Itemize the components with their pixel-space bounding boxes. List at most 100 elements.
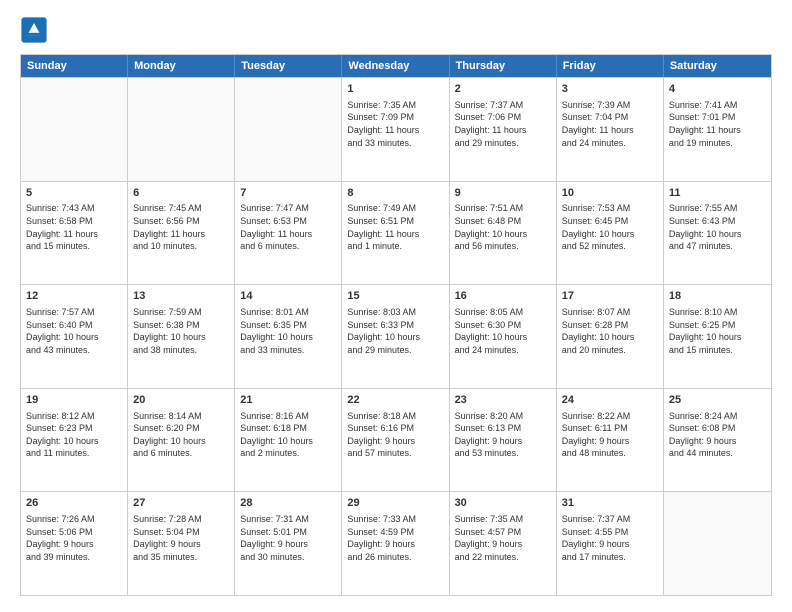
day-info: Sunrise: 7:55 AM Sunset: 6:43 PM Dayligh… <box>669 202 766 252</box>
calendar-cell: 25 Sunrise: 8:24 AM Sunset: 6:08 PM Dayli… <box>664 389 771 492</box>
day-info: Sunrise: 7:37 AM Sunset: 7:06 PM Dayligh… <box>455 99 551 149</box>
day-info: Sunrise: 7:49 AM Sunset: 6:51 PM Dayligh… <box>347 202 443 252</box>
calendar-cell: 1 Sunrise: 7:35 AM Sunset: 7:09 PM Daylig… <box>342 78 449 181</box>
day-number: 2 <box>455 82 551 97</box>
calendar-cell: 24 Sunrise: 8:22 AM Sunset: 6:11 PM Dayli… <box>557 389 664 492</box>
day-info: Sunrise: 8:16 AM Sunset: 6:18 PM Dayligh… <box>240 410 336 460</box>
day-number: 15 <box>347 289 443 304</box>
calendar-cell: 19 Sunrise: 8:12 AM Sunset: 6:23 PM Dayli… <box>21 389 128 492</box>
calendar-cell <box>21 78 128 181</box>
cal-header-sunday: Sunday <box>21 55 128 77</box>
calendar-cell: 18 Sunrise: 8:10 AM Sunset: 6:25 PM Dayli… <box>664 285 771 388</box>
calendar-cell: 3 Sunrise: 7:39 AM Sunset: 7:04 PM Daylig… <box>557 78 664 181</box>
day-info: Sunrise: 7:39 AM Sunset: 7:04 PM Dayligh… <box>562 99 658 149</box>
day-info: Sunrise: 8:07 AM Sunset: 6:28 PM Dayligh… <box>562 306 658 356</box>
day-info: Sunrise: 7:33 AM Sunset: 4:59 PM Dayligh… <box>347 513 443 563</box>
calendar-cell: 23Sunrise: 8:20 AM Sunset: 6:13 PM Dayli… <box>450 389 557 492</box>
day-info: Sunrise: 8:12 AM Sunset: 6:23 PM Dayligh… <box>26 410 122 460</box>
calendar-cell: 16Sunrise: 8:05 AM Sunset: 6:30 PM Dayli… <box>450 285 557 388</box>
day-number: 28 <box>240 496 336 511</box>
calendar-row-5: 26 Sunrise: 7:26 AM Sunset: 5:06 PM Dayli… <box>21 491 771 595</box>
calendar-cell: 10Sunrise: 7:53 AM Sunset: 6:45 PM Dayli… <box>557 182 664 285</box>
calendar-cell: 12 Sunrise: 7:57 AM Sunset: 6:40 PM Dayli… <box>21 285 128 388</box>
calendar-cell: 9Sunrise: 7:51 AM Sunset: 6:48 PM Daylig… <box>450 182 557 285</box>
day-number: 12 <box>26 289 122 304</box>
calendar-cell <box>128 78 235 181</box>
day-info: Sunrise: 7:59 AM Sunset: 6:38 PM Dayligh… <box>133 306 229 356</box>
day-number: 29 <box>347 496 443 511</box>
calendar-cell: 14 Sunrise: 8:01 AM Sunset: 6:35 PM Dayli… <box>235 285 342 388</box>
calendar-cell: 21 Sunrise: 8:16 AM Sunset: 6:18 PM Dayli… <box>235 389 342 492</box>
calendar-cell: 30 Sunrise: 7:35 AM Sunset: 4:57 PM Dayli… <box>450 492 557 595</box>
day-number: 18 <box>669 289 766 304</box>
day-info: Sunrise: 7:28 AM Sunset: 5:04 PM Dayligh… <box>133 513 229 563</box>
cal-header-saturday: Saturday <box>664 55 771 77</box>
day-info: Sunrise: 7:37 AM Sunset: 4:55 PM Dayligh… <box>562 513 658 563</box>
calendar-cell: 8Sunrise: 7:49 AM Sunset: 6:51 PM Daylig… <box>342 182 449 285</box>
day-number: 3 <box>562 82 658 97</box>
cal-header-thursday: Thursday <box>450 55 557 77</box>
calendar-cell <box>235 78 342 181</box>
day-info: Sunrise: 8:05 AM Sunset: 6:30 PM Dayligh… <box>455 306 551 356</box>
day-number: 21 <box>240 393 336 408</box>
day-number: 24 <box>562 393 658 408</box>
day-info: Sunrise: 7:43 AM Sunset: 6:58 PM Dayligh… <box>26 202 122 252</box>
logo-icon <box>20 16 48 44</box>
calendar-cell: 11Sunrise: 7:55 AM Sunset: 6:43 PM Dayli… <box>664 182 771 285</box>
calendar-row-1: 1 Sunrise: 7:35 AM Sunset: 7:09 PM Daylig… <box>21 77 771 181</box>
calendar-cell: 5Sunrise: 7:43 AM Sunset: 6:58 PM Daylig… <box>21 182 128 285</box>
calendar-cell: 22 Sunrise: 8:18 AM Sunset: 6:16 PM Dayli… <box>342 389 449 492</box>
day-info: Sunrise: 7:26 AM Sunset: 5:06 PM Dayligh… <box>26 513 122 563</box>
calendar-cell: 31 Sunrise: 7:37 AM Sunset: 4:55 PM Dayli… <box>557 492 664 595</box>
day-number: 14 <box>240 289 336 304</box>
day-info: Sunrise: 8:22 AM Sunset: 6:11 PM Dayligh… <box>562 410 658 460</box>
day-number: 6 <box>133 186 229 201</box>
calendar-cell: 13 Sunrise: 7:59 AM Sunset: 6:38 PM Dayli… <box>128 285 235 388</box>
day-number: 13 <box>133 289 229 304</box>
day-number: 19 <box>26 393 122 408</box>
calendar-cell: 20 Sunrise: 8:14 AM Sunset: 6:20 PM Dayli… <box>128 389 235 492</box>
day-info: Sunrise: 7:35 AM Sunset: 7:09 PM Dayligh… <box>347 99 443 149</box>
day-info: Sunrise: 7:35 AM Sunset: 4:57 PM Dayligh… <box>455 513 551 563</box>
day-number: 30 <box>455 496 551 511</box>
cal-header-friday: Friday <box>557 55 664 77</box>
day-number: 22 <box>347 393 443 408</box>
calendar-cell: 2 Sunrise: 7:37 AM Sunset: 7:06 PM Daylig… <box>450 78 557 181</box>
day-number: 17 <box>562 289 658 304</box>
cal-header-monday: Monday <box>128 55 235 77</box>
day-number: 26 <box>26 496 122 511</box>
day-info: Sunrise: 7:41 AM Sunset: 7:01 PM Dayligh… <box>669 99 766 149</box>
day-info: Sunrise: 8:24 AM Sunset: 6:08 PM Dayligh… <box>669 410 766 460</box>
day-number: 10 <box>562 186 658 201</box>
day-number: 23 <box>455 393 551 408</box>
day-number: 31 <box>562 496 658 511</box>
cal-header-tuesday: Tuesday <box>235 55 342 77</box>
calendar-cell: 4Sunrise: 7:41 AM Sunset: 7:01 PM Daylig… <box>664 78 771 181</box>
calendar: SundayMondayTuesdayWednesdayThursdayFrid… <box>20 54 772 596</box>
day-info: Sunrise: 8:18 AM Sunset: 6:16 PM Dayligh… <box>347 410 443 460</box>
calendar-cell: 28 Sunrise: 7:31 AM Sunset: 5:01 PM Dayli… <box>235 492 342 595</box>
day-number: 11 <box>669 186 766 201</box>
calendar-row-2: 5Sunrise: 7:43 AM Sunset: 6:58 PM Daylig… <box>21 181 771 285</box>
day-number: 1 <box>347 82 443 97</box>
day-number: 9 <box>455 186 551 201</box>
day-info: Sunrise: 8:03 AM Sunset: 6:33 PM Dayligh… <box>347 306 443 356</box>
cal-header-wednesday: Wednesday <box>342 55 449 77</box>
calendar-cell: 6Sunrise: 7:45 AM Sunset: 6:56 PM Daylig… <box>128 182 235 285</box>
calendar-cell: 26 Sunrise: 7:26 AM Sunset: 5:06 PM Dayli… <box>21 492 128 595</box>
calendar-body: 1 Sunrise: 7:35 AM Sunset: 7:09 PM Daylig… <box>21 77 771 595</box>
day-info: Sunrise: 8:10 AM Sunset: 6:25 PM Dayligh… <box>669 306 766 356</box>
day-info: Sunrise: 7:47 AM Sunset: 6:53 PM Dayligh… <box>240 202 336 252</box>
day-number: 25 <box>669 393 766 408</box>
day-info: Sunrise: 7:57 AM Sunset: 6:40 PM Dayligh… <box>26 306 122 356</box>
day-info: Sunrise: 7:45 AM Sunset: 6:56 PM Dayligh… <box>133 202 229 252</box>
calendar-cell: 17 Sunrise: 8:07 AM Sunset: 6:28 PM Dayli… <box>557 285 664 388</box>
day-number: 20 <box>133 393 229 408</box>
day-info: Sunrise: 8:14 AM Sunset: 6:20 PM Dayligh… <box>133 410 229 460</box>
page: SundayMondayTuesdayWednesdayThursdayFrid… <box>0 0 792 612</box>
logo <box>20 16 52 44</box>
calendar-cell: 27 Sunrise: 7:28 AM Sunset: 5:04 PM Dayli… <box>128 492 235 595</box>
day-info: Sunrise: 8:01 AM Sunset: 6:35 PM Dayligh… <box>240 306 336 356</box>
day-info: Sunrise: 7:31 AM Sunset: 5:01 PM Dayligh… <box>240 513 336 563</box>
day-number: 27 <box>133 496 229 511</box>
